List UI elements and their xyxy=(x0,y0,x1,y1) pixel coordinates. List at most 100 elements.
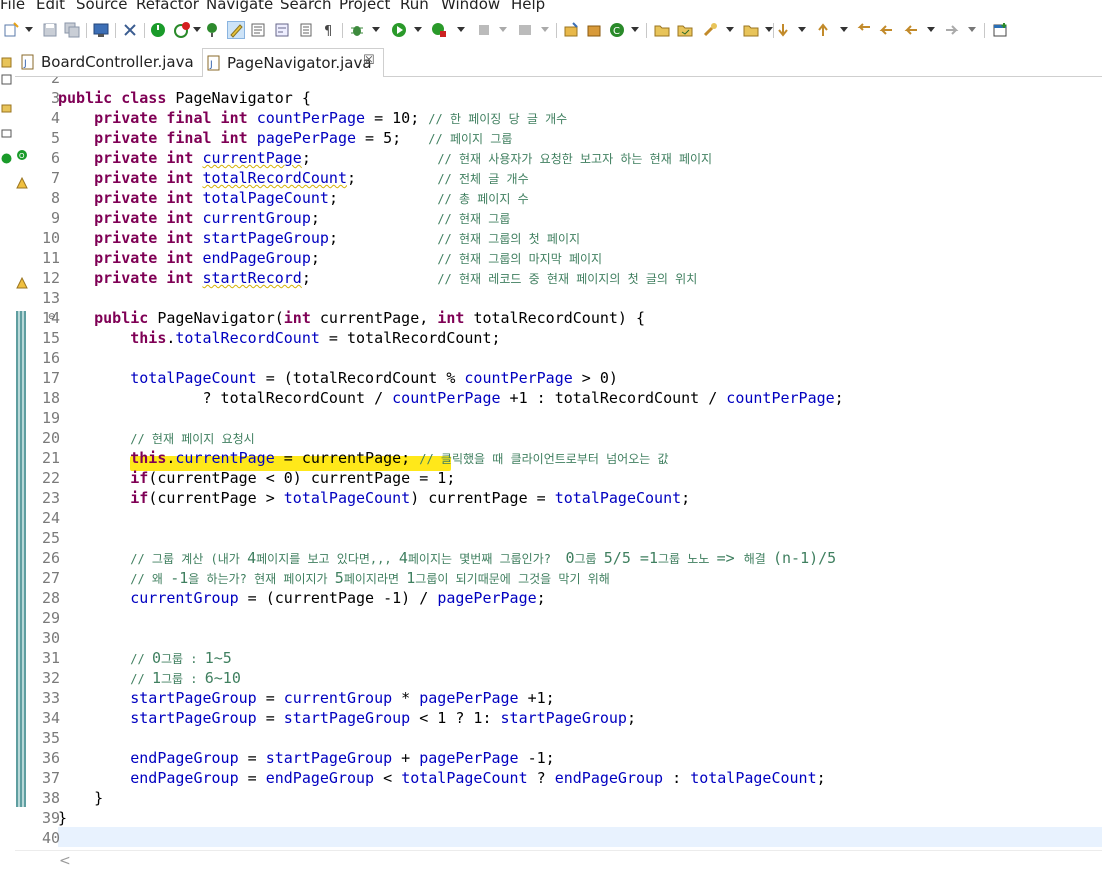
console-side-icon[interactable] xyxy=(1,124,12,138)
back-icon-alt[interactable] xyxy=(878,22,894,38)
next-annotation-dropdown-icon[interactable] xyxy=(798,27,806,32)
code-line[interactable]: private final int countPerPage = 10; // … xyxy=(58,108,567,128)
code-line[interactable]: if(currentPage < 0) currentPage = 1; xyxy=(58,468,455,488)
previous-annotation-icon[interactable] xyxy=(815,22,831,38)
scroll-left-icon[interactable]: < xyxy=(59,853,71,869)
code-line[interactable]: startPageGroup = currentGroup * pagePerP… xyxy=(58,688,554,708)
menu-window[interactable]: Window xyxy=(441,0,500,13)
pilcrow-icon[interactable]: ¶ xyxy=(321,22,337,38)
refresh-error-icon[interactable] xyxy=(174,22,190,38)
run-last-tool-icon[interactable] xyxy=(431,22,447,38)
code-line[interactable]: currentGroup = (currentPage -1) / pagePe… xyxy=(58,588,545,608)
search-flashlight-icon[interactable] xyxy=(702,22,718,38)
new-icon[interactable] xyxy=(3,22,19,38)
menu-refactor[interactable]: Refactor xyxy=(136,0,199,13)
line-number: 38 xyxy=(41,789,60,807)
list-icon[interactable] xyxy=(298,22,314,38)
code-line[interactable]: endPageGroup = endPageGroup < totalPageC… xyxy=(58,768,826,788)
code-line[interactable]: // 현재 페이지 요청시 xyxy=(58,428,254,448)
package-explorer-icon[interactable] xyxy=(1,53,12,68)
line-number: 40 xyxy=(41,829,60,847)
debug-icon[interactable] xyxy=(349,22,365,38)
highlight-marker-icon[interactable] xyxy=(227,21,245,39)
menu-navigate[interactable]: Navigate xyxy=(206,0,273,13)
code-line[interactable]: totalPageCount = (totalRecordCount % cou… xyxy=(58,368,618,388)
code-line[interactable]: // 1그룹 : 6~10 xyxy=(58,668,241,688)
comment-token: // 현재 레코드 중 현재 페이지의 첫 글의 위치 xyxy=(437,272,698,286)
close-tab-icon[interactable]: ☒ xyxy=(363,53,375,68)
folder-dropdown-icon[interactable] xyxy=(765,27,773,32)
code-line[interactable]: } xyxy=(58,808,67,828)
power-icon[interactable] xyxy=(150,22,166,38)
back-icon[interactable] xyxy=(903,22,919,38)
code-line[interactable]: private int currentGroup; // 현재 그룹 xyxy=(58,208,510,228)
open-task-icon[interactable] xyxy=(677,22,693,38)
tab-pagenavigator[interactable]: J PageNavigator.java ☒ xyxy=(202,48,384,78)
back-dropdown-icon[interactable] xyxy=(927,27,935,32)
code-line[interactable]: startPageGroup = startPageGroup < 1 ? 1:… xyxy=(58,708,636,728)
tab-boardcontroller[interactable]: J BoardController.java xyxy=(17,48,197,76)
open-type-icon[interactable] xyxy=(205,22,221,38)
code-line[interactable]: private int currentPage; // 현재 사용자가 요청한 … xyxy=(58,148,712,168)
code-line[interactable]: if(currentPage > totalPageCount) current… xyxy=(58,488,690,508)
menu-edit[interactable]: Edit xyxy=(36,0,65,13)
open-type-folder-icon[interactable] xyxy=(654,22,670,38)
code-line[interactable]: private int endPageGroup; // 현재 그룹의 마지막 … xyxy=(58,248,602,268)
outline-icon[interactable] xyxy=(1,70,12,85)
server-side-icon[interactable] xyxy=(1,149,12,164)
code-line[interactable]: private final int pagePerPage = 5; // 페이… xyxy=(58,128,512,148)
fold-collapse-icon[interactable]: ⊖ xyxy=(48,312,56,322)
code-line[interactable]: } xyxy=(58,788,103,808)
refresh-dropdown-icon[interactable] xyxy=(193,27,201,32)
new-dropdown-icon[interactable] xyxy=(25,27,33,32)
next-annotation-icon[interactable] xyxy=(775,22,791,38)
code-line[interactable]: public class PageNavigator { xyxy=(58,88,311,108)
code-line[interactable]: private int startPageGroup; // 현재 그룹의 첫 … xyxy=(58,228,580,248)
menu-search[interactable]: Search xyxy=(280,0,332,13)
debug-dropdown-icon[interactable] xyxy=(372,27,380,32)
run-icon[interactable] xyxy=(391,22,407,38)
open-perspective-icon[interactable] xyxy=(992,22,1008,38)
word-wrap-icon[interactable] xyxy=(274,22,290,38)
horizontal-scrollbar[interactable]: < xyxy=(15,850,1102,873)
toggle-breakpoint-icon[interactable] xyxy=(122,22,138,38)
run-dropdown-icon[interactable] xyxy=(414,27,422,32)
code-line[interactable]: private int totalPageCount; // 총 페이지 수 xyxy=(58,188,529,208)
code-token: = 5; xyxy=(356,129,429,147)
previous-annotation-dropdown-icon[interactable] xyxy=(840,27,848,32)
save-all-icon[interactable] xyxy=(64,22,80,38)
code-line[interactable]: ? totalRecordCount / countPerPage +1 : t… xyxy=(58,388,843,408)
code-line[interactable]: private int totalRecordCount; // 전체 글 개수 xyxy=(58,168,529,188)
menu-run[interactable]: Run xyxy=(400,0,429,13)
run-last-tool-dropdown-icon[interactable] xyxy=(457,27,465,32)
line-number: 7 xyxy=(50,169,60,187)
new-class-dropdown-icon[interactable] xyxy=(631,27,639,32)
folder-icon[interactable] xyxy=(1,98,12,113)
menu-file[interactable]: File xyxy=(0,0,25,13)
code-editor[interactable]: O 2 3 public class PageNavigator {4 privat… xyxy=(15,77,1102,850)
save-icon[interactable] xyxy=(42,22,58,38)
new-java-project-icon[interactable] xyxy=(563,22,579,38)
code-line[interactable]: // 왜 -1을 하는가? 현재 페이지가 5페이지라면 1그룹이 되기때문에 … xyxy=(58,568,610,588)
new-class-icon[interactable]: C xyxy=(609,22,625,38)
search-dropdown-icon[interactable] xyxy=(726,27,734,32)
menu-help[interactable]: Help xyxy=(511,0,545,13)
code-line[interactable]: // 그룹 계산 (내가 4페이지를 보고 있다면,,, 4페이지는 몇번째 그… xyxy=(58,548,836,568)
forward-dropdown-icon[interactable] xyxy=(968,27,976,32)
code-token: = xyxy=(238,769,266,787)
code-line[interactable]: public PageNavigator(int currentPage, in… xyxy=(58,308,645,328)
console-icon[interactable] xyxy=(93,22,109,38)
new-package-icon[interactable] xyxy=(586,22,602,38)
block-selection-icon[interactable] xyxy=(250,22,266,38)
code-token: ; xyxy=(816,769,826,787)
comment-token: 4 xyxy=(398,549,408,567)
code-line[interactable]: // 0그룹 : 1~5 xyxy=(58,648,232,668)
open-folder-icon[interactable] xyxy=(743,22,759,38)
menu-project[interactable]: Project xyxy=(339,0,390,13)
code-line[interactable]: this.totalRecordCount = totalRecordCount… xyxy=(58,328,500,348)
menu-source[interactable]: Source xyxy=(76,0,128,13)
code-line[interactable]: endPageGroup = startPageGroup + pagePerP… xyxy=(58,748,554,768)
code-line[interactable]: this.currentPage = currentPage; // 클릭했을 … xyxy=(58,448,668,468)
last-edit-location-icon[interactable] xyxy=(856,22,872,38)
code-line[interactable]: private int startRecord; // 현재 레코드 중 현재 … xyxy=(58,268,697,288)
